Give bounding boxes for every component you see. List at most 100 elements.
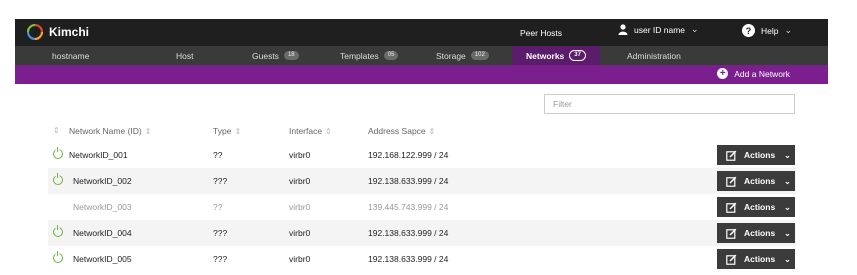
action-bar: + Add a Network (15, 65, 828, 84)
network-name: NetworkID_001 (69, 150, 128, 160)
user-name: user ID name (634, 24, 686, 35)
table-row[interactable]: NetworkID_003 ?? virbr0 139.445.743.999 … (48, 194, 796, 220)
sort-icon: ⇕ (234, 126, 242, 136)
sort-icon: ⇕ (53, 126, 60, 135)
network-address: 192.138.633.999 / 24 (368, 254, 449, 264)
actions-button[interactable]: Actions ⌄ (717, 171, 795, 191)
chevron-down-icon: ⌄ (784, 150, 791, 160)
network-address: 192.138.633.999 / 24 (368, 228, 449, 238)
app-title: Kimchi (49, 25, 90, 39)
network-address: 192.138.633.999 / 24 (368, 176, 449, 186)
column-header-interface[interactable]: Interface ⇕ (289, 126, 332, 136)
edit-icon (726, 176, 737, 187)
table-row[interactable]: NetworkID_005 ??? virbr0 192.138.633.999… (48, 246, 796, 272)
edit-icon (726, 150, 737, 161)
column-header-label: Interface (289, 126, 323, 136)
user-menu[interactable]: user ID name ⌄ (618, 24, 699, 35)
tab-count-badge: 37 (569, 50, 586, 61)
network-type: ??? (213, 254, 228, 264)
network-name: NetworkID_004 (73, 228, 132, 238)
tab-administration[interactable]: Administration (627, 46, 681, 65)
network-interface: virbr0 (289, 202, 311, 212)
plus-icon: + (717, 68, 729, 79)
power-on-icon[interactable] (53, 251, 63, 263)
sort-icon: ⇕ (325, 126, 332, 136)
user-icon (618, 24, 628, 35)
actions-button[interactable]: Actions ⌄ (717, 145, 795, 165)
help-menu[interactable]: ? Help ⌄ (742, 24, 792, 37)
network-type: ??? (213, 228, 228, 238)
chevron-down-icon: ⌄ (784, 176, 791, 186)
table-row[interactable]: NetworkID_002 ??? virbr0 192.138.633.999… (48, 168, 796, 194)
add-network-label: Add a Network (734, 68, 790, 79)
edit-icon (726, 228, 737, 239)
power-on-icon[interactable] (53, 147, 63, 159)
power-on-icon[interactable] (53, 225, 63, 237)
column-header-label: Address Sapce (368, 126, 426, 136)
tab-host[interactable]: Host (176, 46, 193, 65)
tab-storage[interactable]: Storage 102 (436, 46, 489, 65)
network-interface: virbr0 (289, 254, 311, 264)
help-label: Help (761, 25, 779, 36)
tab-count-badge: 05 (383, 51, 399, 60)
network-name: NetworkID_003 (73, 202, 132, 212)
tab-count-badge: 102 (470, 51, 489, 60)
filter-input[interactable] (544, 94, 795, 114)
network-address: 139.445.743.999 / 24 (368, 202, 449, 212)
top-bar: Kimchi Peer Hosts user ID name ⌄ ? Help … (15, 19, 828, 46)
column-header-label: Type (213, 126, 232, 136)
network-interface: virbr0 (289, 176, 311, 186)
power-on-icon[interactable] (53, 173, 63, 185)
network-type: ??? (213, 176, 228, 186)
tab-templates[interactable]: Templates 05 (340, 46, 399, 65)
network-type: ?? (213, 150, 223, 160)
actions-button[interactable]: Actions ⌄ (717, 223, 795, 243)
sort-icon: ⇕ (428, 126, 436, 136)
tab-networks[interactable]: Networks 37 (512, 46, 600, 65)
column-header-type[interactable]: Type ⇕ (213, 126, 241, 136)
chevron-down-icon: ⌄ (784, 254, 791, 264)
tab-guests[interactable]: Guests 18 (252, 46, 299, 65)
column-header-address[interactable]: Address Sapce ⇕ (368, 126, 435, 136)
actions-button[interactable]: Actions ⌄ (717, 197, 795, 217)
actions-button[interactable]: Actions ⌄ (717, 249, 795, 269)
edit-icon (726, 254, 737, 265)
actions-label: Actions (744, 228, 776, 238)
actions-label: Actions (744, 254, 776, 264)
network-address: 192.168.122.999 / 24 (368, 150, 449, 160)
main-tabs: hostname Host Guests 18 Templates 05 Sto… (15, 46, 828, 65)
column-header-label: Network Name (ID) (69, 126, 142, 136)
tab-label: Templates (340, 50, 379, 61)
peer-hosts-link[interactable]: Peer Hosts (520, 28, 562, 38)
actions-label: Actions (744, 176, 776, 186)
select-all-sort[interactable]: ⇕ (53, 126, 60, 135)
tab-label: Storage (436, 50, 466, 61)
table-row[interactable]: NetworkID_001 ?? virbr0 192.168.122.999 … (48, 142, 796, 168)
table-row[interactable]: NetworkID_004 ??? virbr0 192.138.633.999… (48, 220, 796, 246)
network-interface: virbr0 (289, 228, 311, 238)
chevron-down-icon: ⌄ (784, 25, 793, 35)
add-network-button[interactable]: + Add a Network (717, 68, 790, 79)
network-type: ?? (213, 202, 223, 212)
sort-icon: ⇕ (144, 126, 152, 136)
network-interface: virbr0 (289, 150, 311, 160)
actions-label: Actions (744, 150, 776, 160)
brand[interactable]: Kimchi (27, 24, 89, 40)
network-name: NetworkID_002 (73, 176, 132, 186)
tab-label: Administration (627, 50, 681, 61)
tab-label: Host (176, 50, 194, 61)
tab-label: hostname (52, 50, 90, 61)
kimchi-logo-icon (27, 24, 43, 40)
chevron-down-icon: ⌄ (784, 202, 791, 212)
help-icon: ? (742, 24, 755, 37)
network-name: NetworkID_005 (73, 254, 132, 264)
edit-icon (726, 202, 737, 213)
tab-count-badge: 18 (283, 51, 299, 60)
tab-label: Guests (252, 50, 279, 61)
column-header-name[interactable]: Network Name (ID) ⇕ (69, 126, 151, 136)
chevron-down-icon: ⌄ (784, 228, 791, 238)
tab-hostname[interactable]: hostname (52, 46, 89, 65)
chevron-down-icon: ⌄ (691, 24, 699, 34)
actions-label: Actions (744, 202, 776, 212)
tab-label: Networks (526, 50, 565, 61)
